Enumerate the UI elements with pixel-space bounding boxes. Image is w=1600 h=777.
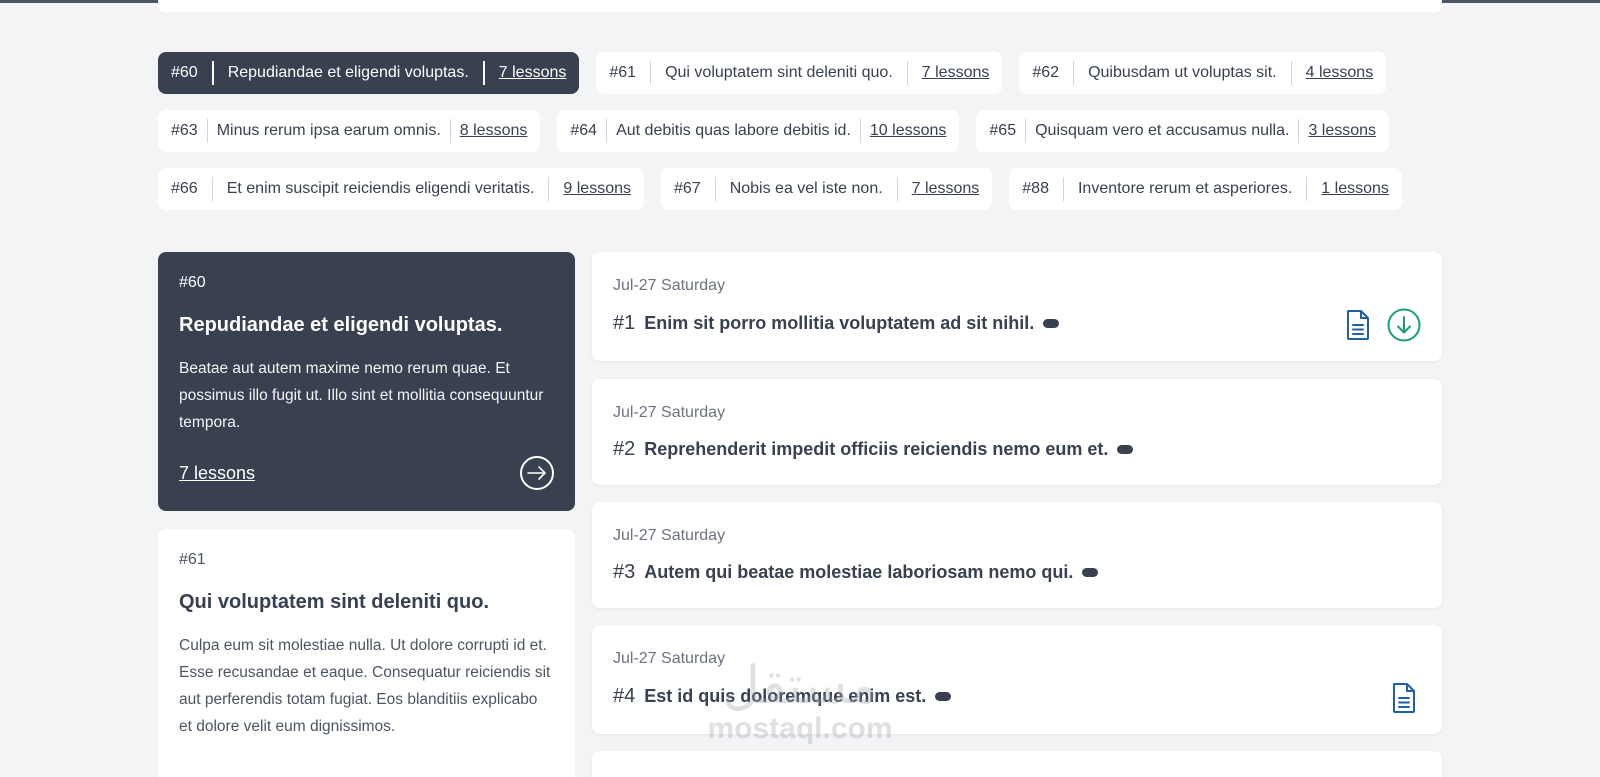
chip-lessons-link[interactable]: 7 lessons bbox=[922, 64, 990, 82]
course-title: Qui voluptatem sint deleniti quo. bbox=[179, 591, 490, 613]
lesson-number: #4 bbox=[613, 685, 636, 707]
chip-separator bbox=[906, 61, 908, 85]
course-card-active[interactable]: #60 Repudiandae et eligendi voluptas. Be… bbox=[158, 252, 575, 511]
course-chip[interactable]: #65 Quisquam vero et accusamus nulla. 3 … bbox=[976, 110, 1390, 152]
chip-lessons-link[interactable]: 9 lessons bbox=[563, 180, 631, 198]
chip-title: Nobis ea vel iste non. bbox=[729, 180, 883, 197]
chip-number: #67 bbox=[673, 180, 701, 197]
chip-title: Repudiandae et eligendi voluptas. bbox=[227, 64, 469, 81]
lesson-title-row: #4 Est id quis doloremque enim est. bbox=[613, 685, 952, 708]
chip-separator bbox=[211, 177, 213, 201]
chip-number: #66 bbox=[171, 180, 198, 197]
lesson-actions bbox=[1341, 308, 1421, 342]
lesson-tag-pill bbox=[1043, 319, 1060, 328]
lesson-title-row: #2 Reprehenderit impedit officiis reicie… bbox=[613, 438, 1134, 461]
chip-title: Minus rerum ipsa earum omnis. bbox=[216, 122, 441, 139]
lesson-tag-pill bbox=[1082, 568, 1099, 577]
chip-lessons-link[interactable]: 7 lessons bbox=[499, 64, 567, 82]
chip-separator bbox=[859, 119, 861, 143]
chip-number: #61 bbox=[609, 64, 637, 81]
course-chip[interactable]: #62 Quibusdam ut voluptas sit. 4 lessons bbox=[1019, 52, 1387, 94]
chip-lessons-link[interactable]: 1 lessons bbox=[1321, 180, 1389, 198]
course-description: Culpa eum sit molestiae nulla. Ut dolore… bbox=[179, 637, 551, 735]
course-chip[interactable]: #67 Nobis ea vel iste non. 7 lessons bbox=[660, 168, 993, 210]
lesson-number: #2 bbox=[613, 438, 636, 460]
lesson-title-row: #3 Autem qui beatae molestiae laboriosam… bbox=[613, 561, 1099, 584]
course-chip[interactable]: #63 Minus rerum ipsa earum omnis. 8 less… bbox=[158, 110, 541, 152]
top-card-edge bbox=[158, 0, 1442, 12]
document-icon[interactable] bbox=[1341, 308, 1375, 342]
chip-separator bbox=[606, 119, 608, 143]
chip-number: #65 bbox=[989, 122, 1017, 139]
chip-number: #60 bbox=[171, 64, 198, 81]
chip-separator bbox=[1062, 177, 1064, 201]
chip-lessons-link[interactable]: 7 lessons bbox=[912, 180, 980, 198]
lesson-title-row: #1 Enim sit porro mollitia voluptatem ad… bbox=[613, 312, 1060, 335]
chip-separator bbox=[1073, 61, 1075, 85]
chip-separator bbox=[1298, 119, 1300, 143]
chip-separator bbox=[211, 61, 214, 85]
course-chip[interactable]: #64 Aut debitis quas labore debitis id. … bbox=[557, 110, 960, 152]
chip-separator bbox=[1290, 61, 1292, 85]
chip-title: Qui voluptatem sint deleniti quo. bbox=[665, 64, 893, 81]
chip-number: #88 bbox=[1022, 180, 1049, 197]
chip-separator bbox=[206, 119, 208, 143]
lesson-title: Autem qui beatae molestiae laboriosam ne… bbox=[644, 562, 1074, 582]
chip-separator bbox=[896, 177, 898, 201]
chip-number: #63 bbox=[171, 122, 198, 139]
chip-number: #62 bbox=[1032, 64, 1060, 81]
lesson-card-partial[interactable] bbox=[592, 751, 1442, 777]
chip-separator bbox=[449, 119, 451, 143]
chip-title: Quisquam vero et accusamus nulla. bbox=[1035, 122, 1290, 139]
lesson-title: Enim sit porro mollitia voluptatem ad si… bbox=[644, 313, 1035, 333]
course-number: #60 bbox=[179, 274, 206, 291]
lesson-card[interactable]: Jul-27 Saturday #2 Reprehenderit impedit… bbox=[592, 379, 1442, 485]
course-chip-row-1: #60 Repudiandae et eligendi voluptas. 7 … bbox=[158, 52, 1442, 94]
lesson-date: Jul-27 Saturday bbox=[613, 527, 726, 544]
course-card[interactable]: #61 Qui voluptatem sint deleniti quo. Cu… bbox=[158, 529, 575, 777]
chip-title: Quibusdam ut voluptas sit. bbox=[1088, 64, 1277, 81]
lesson-date: Jul-27 Saturday bbox=[613, 404, 726, 421]
course-chip[interactable]: #66 Et enim suscipit reiciendis eligendi… bbox=[158, 168, 644, 210]
lesson-card[interactable]: Jul-27 Saturday #3 Autem qui beatae mole… bbox=[592, 502, 1442, 608]
course-title: Repudiandae et eligendi voluptas. bbox=[179, 314, 503, 336]
course-chip-row-2: #63 Minus rerum ipsa earum omnis. 8 less… bbox=[158, 110, 1442, 152]
chip-separator bbox=[548, 177, 550, 201]
chip-title: Et enim suscipit reiciendis eligendi ver… bbox=[226, 180, 535, 197]
chip-separator bbox=[650, 61, 652, 85]
lesson-title: Reprehenderit impedit officiis reiciendi… bbox=[644, 439, 1109, 459]
lesson-actions bbox=[1387, 681, 1421, 715]
lesson-number: #1 bbox=[613, 312, 636, 334]
chip-number: #64 bbox=[570, 122, 598, 139]
course-chip[interactable]: #60 Repudiandae et eligendi voluptas. 7 … bbox=[158, 52, 580, 94]
chip-lessons-link[interactable]: 3 lessons bbox=[1308, 122, 1376, 140]
course-card-footer: 7 lessons bbox=[179, 456, 554, 490]
chip-lessons-link[interactable]: 8 lessons bbox=[460, 122, 528, 140]
chip-separator bbox=[1306, 177, 1308, 201]
lesson-tag-pill bbox=[1117, 445, 1134, 454]
lesson-title: Est id quis doloremque enim est. bbox=[644, 686, 927, 706]
course-lessons-link[interactable]: 7 lessons bbox=[179, 463, 255, 484]
arrow-right-icon[interactable] bbox=[520, 456, 554, 490]
chip-lessons-link[interactable]: 10 lessons bbox=[870, 122, 947, 140]
chip-title: Inventore rerum et asperiores. bbox=[1077, 180, 1293, 197]
download-icon[interactable] bbox=[1387, 308, 1421, 342]
chip-separator bbox=[482, 61, 485, 85]
course-chip[interactable]: #61 Qui voluptatem sint deleniti quo. 7 … bbox=[596, 52, 1003, 94]
chip-separator bbox=[1025, 119, 1027, 143]
chip-title: Aut debitis quas labore debitis id. bbox=[616, 122, 851, 139]
course-description: Beatae aut autem maxime nemo rerum quae.… bbox=[179, 360, 544, 431]
lesson-tag-pill bbox=[935, 692, 952, 701]
lesson-card[interactable]: Jul-27 Saturday #4 Est id quis doloremqu… bbox=[592, 625, 1442, 734]
lesson-date: Jul-27 Saturday bbox=[613, 650, 726, 667]
document-icon[interactable] bbox=[1387, 681, 1421, 715]
course-chip[interactable]: #88 Inventore rerum et asperiores. 1 les… bbox=[1009, 168, 1402, 210]
lesson-date: Jul-27 Saturday bbox=[613, 277, 726, 294]
chip-lessons-link[interactable]: 4 lessons bbox=[1306, 64, 1374, 82]
course-number: #61 bbox=[179, 551, 206, 568]
lesson-card[interactable]: Jul-27 Saturday #1 Enim sit porro mollit… bbox=[592, 252, 1442, 361]
lesson-number: #3 bbox=[613, 561, 636, 583]
chip-separator bbox=[714, 177, 716, 201]
course-chip-row-3: #66 Et enim suscipit reiciendis eligendi… bbox=[158, 168, 1442, 210]
